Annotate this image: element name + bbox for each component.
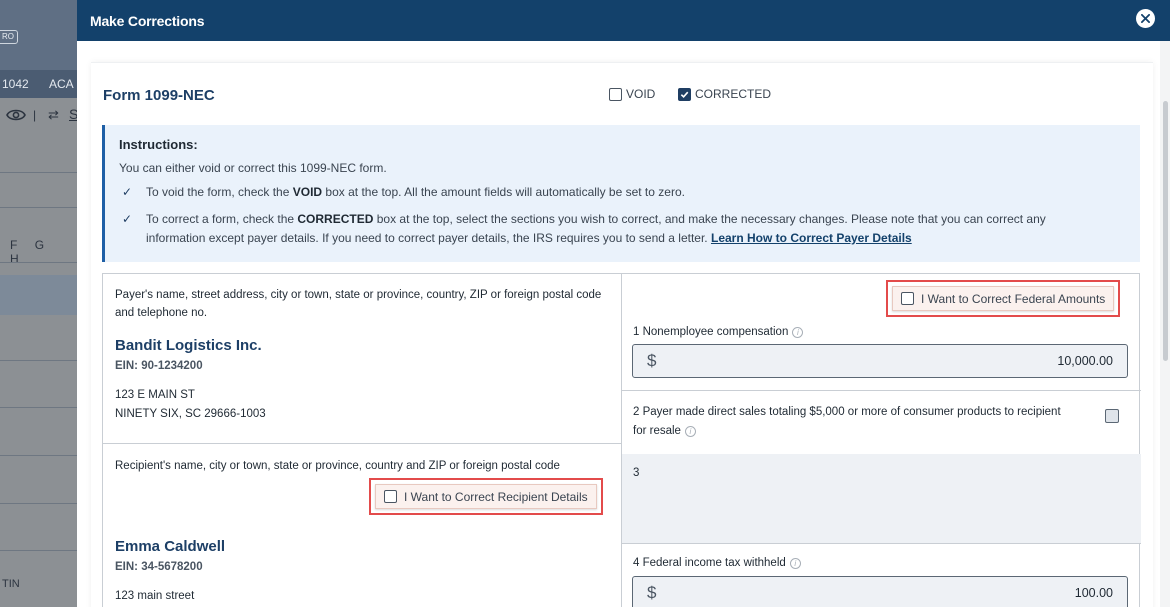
background-tab: 1042 [2,77,29,91]
swap-icon: ⇄ [48,107,59,122]
instruction-text: To correct a form, check the CORRECTED b… [146,212,1046,245]
recipient-details: Emma Caldwell EIN: 34-5678200 123 main s… [115,538,225,606]
form-title: Form 1099-NEC [103,87,215,104]
checkmark-icon: ✓ [122,185,133,199]
check-icon [680,91,689,98]
box4-label: 4 Federal income tax withheld i [633,557,801,569]
corrected-checkbox[interactable]: CORRECTED [678,87,771,101]
federal-tax-withheld-value: 100.00 [1074,586,1113,600]
info-icon[interactable]: i [792,326,804,338]
recipient-ein: EIN: 34-5678200 [115,561,203,573]
scrollbar-thumb[interactable] [1163,101,1168,361]
dollar-sign: $ [647,351,657,370]
background-badge: RO [0,30,18,44]
federal-section: 1 Nonemployee compensation i $ 10,000.00 … [622,274,1141,607]
payer-section: Payer's name, street address, city or to… [115,286,605,424]
column-header: H [10,252,19,266]
instruction-item: ✓ To void the form, check the VOID box a… [122,183,1140,202]
correct-recipient-label: I Want to Correct Recipient Details [404,489,588,504]
recipient-label: Recipient's name, city or town, state or… [115,460,560,472]
info-icon[interactable]: i [789,557,801,569]
recipient-section: Recipient's name, city or town, state or… [115,457,615,475]
box1-label: 1 Nonemployee compensation i [633,326,804,338]
background-tab: ACA [49,77,74,91]
close-button[interactable] [1136,9,1155,28]
column-header: F [10,238,18,252]
box3-cell: 3 [622,454,1141,543]
federal-tax-withheld-input[interactable]: $ 100.00 [632,576,1128,607]
form-grid: Payer's name, street address, city or to… [102,273,1141,607]
instructions-title: Instructions: [119,137,198,152]
checkbox-box[interactable] [609,87,622,101]
void-checkbox[interactable]: VOID [609,87,655,101]
modal-title: Make Corrections [90,12,205,29]
box3-label: 3 [633,467,640,479]
checkbox-box[interactable] [384,490,397,503]
divider [0,207,78,208]
instruction-item: ✓ To correct a form, check the CORRECTED… [122,210,1140,248]
column-header: G [34,238,45,252]
background-row [0,275,78,315]
nonemployee-compensation-value: 10,000.00 [1057,354,1113,368]
divider [0,503,78,504]
divider [0,407,78,408]
payer-name: Bandit Logistics Inc. [115,337,262,354]
payer-ein: EIN: 90-1234200 [115,360,203,372]
background-tabs: 1042 ACA [0,70,78,98]
close-icon [1141,14,1150,23]
corrected-label: CORRECTED [695,87,772,101]
correct-recipient-checkbox[interactable]: I Want to Correct Recipient Details [375,484,597,509]
modal-body: Form 1099-NEC VOID CORRECTED Instruction… [77,41,1170,607]
box2-label: 2 Payer made direct sales totaling $5,00… [633,406,1061,437]
modal-scrollbar[interactable] [1160,41,1170,607]
instructions-intro: You can either void or correct this 1099… [119,161,387,175]
divider [0,262,78,263]
divider [0,360,78,361]
payer-address-line: NINETY SIX, SC 29666-1003 [115,408,266,420]
divider [0,455,78,456]
dollar-sign: $ [647,583,657,602]
modal-header: Make Corrections [77,0,1170,41]
direct-sales-checkbox[interactable] [1105,409,1119,423]
nonemployee-compensation-input[interactable]: $ 10,000.00 [632,344,1128,378]
make-corrections-modal: Make Corrections Form 1099-NEC VOID CORR… [77,0,1170,607]
instructions-panel: Instructions: You can either void or cor… [102,125,1140,262]
instruction-text: To void the form, check the VOID box at … [146,185,685,199]
info-icon[interactable]: i [684,426,696,437]
divider [0,172,78,173]
payer-address: 123 E MAIN ST NINETY SIX, SC 29666-1003 [115,386,605,424]
form-card: Form 1099-NEC VOID CORRECTED Instruction… [91,62,1153,607]
background-app: RO 1042 ACA | ⇄ S F G H TIN [0,0,78,607]
void-label: VOID [626,87,656,101]
cell-divider [103,443,621,444]
divider [0,550,78,551]
background-tin-label: TIN [2,578,20,590]
recipient-address-line: 123 main street [115,590,195,602]
separator: | [33,108,37,122]
payer-correction-link[interactable]: Learn How to Correct Payer Details [711,231,912,245]
checkmark-icon: ✓ [122,212,133,226]
eye-icon [6,108,26,126]
recipient-correct-highlight: I Want to Correct Recipient Details [369,478,603,515]
payer-label: Payer's name, street address, city or to… [115,289,602,319]
payer-address-line: 123 E MAIN ST [115,389,195,401]
checkbox-box-checked[interactable] [678,87,691,101]
background-toolbar: | ⇄ S [0,104,78,132]
recipient-name: Emma Caldwell [115,538,226,555]
